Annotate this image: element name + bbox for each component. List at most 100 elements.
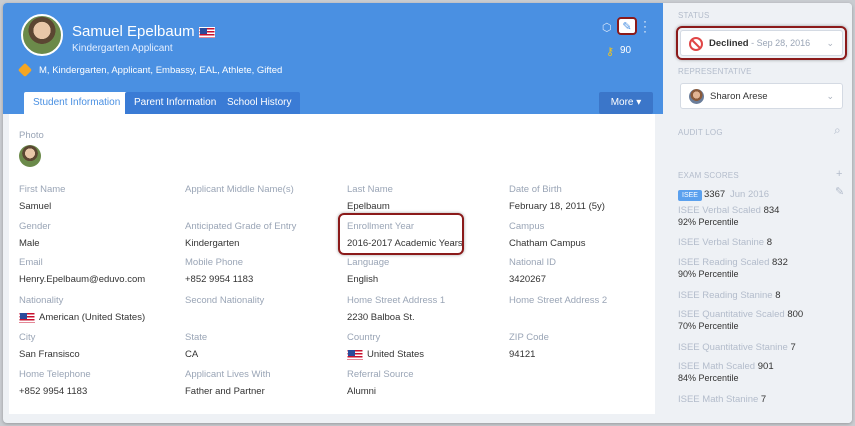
state-value: CA: [185, 349, 199, 360]
status-label: STATUS: [678, 11, 710, 20]
zip-value: 94121: [509, 349, 536, 360]
score-label: ISEE Verbal Stanine: [678, 237, 765, 248]
lives-with-value: Father and Partner: [185, 386, 265, 397]
field-label: Email: [19, 257, 43, 268]
exam-score-row: ISEE Quantitative Scaled 800: [678, 309, 803, 320]
score-number: 7: [790, 342, 796, 353]
field-label: Home Street Address 2: [509, 295, 608, 306]
score-label: ISEE Reading Scaled: [678, 257, 770, 268]
tab-student-information[interactable]: Student Information: [24, 92, 130, 114]
field-label: National ID: [509, 257, 556, 268]
score-label: ISEE Math Scaled: [678, 361, 756, 372]
exam-score-row: ISEE Math Stanine 7: [678, 394, 766, 405]
search-icon[interactable]: ⌕: [834, 123, 841, 138]
score-percentile: 84% Percentile: [678, 373, 739, 383]
exam-score-row: ISEE Verbal Scaled 834: [678, 205, 779, 216]
home-telephone-value: +852 9954 1183: [19, 386, 88, 397]
score-percentile: 70% Percentile: [678, 321, 739, 331]
country-value: United States: [347, 349, 424, 360]
add-icon[interactable]: +: [836, 168, 842, 180]
exam-score-row: ISEE Reading Scaled 832: [678, 257, 788, 268]
student-avatar: [21, 14, 63, 56]
student-photo[interactable]: [19, 145, 41, 167]
kebab-menu-icon[interactable]: · · ·: [643, 15, 647, 37]
score-label: ISEE Verbal Scaled: [678, 205, 761, 216]
exam-score-row: ISEE Quantitative Stanine 7: [678, 342, 796, 353]
student-role: Kindergarten Applicant: [72, 43, 173, 54]
nationality-text: American (United States): [39, 312, 146, 324]
field-label: State: [185, 332, 208, 343]
us-flag-icon: [198, 26, 215, 38]
photo-label: Photo: [19, 130, 44, 141]
representative-label: REPRESENTATIVE: [678, 67, 752, 76]
isee-date: Jun 2016: [730, 189, 770, 200]
representative-select[interactable]: Sharon Arese ⌄: [680, 83, 843, 109]
us-flag-icon: [19, 312, 35, 323]
student-name-text: Samuel Epelbaum: [72, 23, 195, 40]
exam-score-row: ISEE Verbal Stanine 8: [678, 237, 772, 248]
app-window: Samuel Epelbaum Kindergarten Applicant M…: [3, 3, 852, 423]
field-label: Referral Source: [347, 369, 414, 380]
chevron-down-icon: ⌄: [826, 91, 834, 101]
field-label: ZIP Code: [509, 332, 549, 343]
mobile-value: +852 9954 1183: [185, 274, 254, 285]
field-label: Applicant Lives With: [185, 369, 271, 380]
more-button[interactable]: More ▾: [599, 92, 653, 114]
field-label: Gender: [19, 221, 51, 232]
field-label: Nationality: [19, 295, 64, 306]
address1-value: 2230 Balboa St.: [347, 312, 415, 323]
score-number: 8: [775, 290, 781, 301]
nationality-value: American (United States): [19, 312, 145, 323]
field-label: Applicant Middle Name(s): [185, 184, 294, 195]
isee-badge: ISEE: [678, 190, 702, 201]
country-text: United States: [367, 349, 425, 361]
student-tags[interactable]: M, Kindergarten, Applicant, Embassy, EAL…: [39, 65, 282, 76]
score-number: 834: [763, 205, 780, 216]
score-percentile: 92% Percentile: [678, 217, 739, 227]
field-label: Home Telephone: [19, 369, 91, 380]
student-name: Samuel Epelbaum: [72, 23, 215, 40]
more-label: More: [610, 97, 634, 108]
tag-outline-icon[interactable]: ⬡: [602, 21, 612, 34]
score-number: 8: [766, 237, 773, 248]
field-label: Last Name: [347, 184, 393, 195]
score-label: ISEE Math Stanine: [678, 394, 759, 405]
field-label: Anticipated Grade of Entry: [185, 221, 297, 232]
tab-school-history[interactable]: School History: [218, 92, 301, 114]
city-value: San Fransisco: [19, 349, 80, 360]
email-value: Henry.Epelbaum@eduvo.com: [19, 274, 146, 285]
field-label: Mobile Phone: [185, 257, 244, 268]
status-highlight: [676, 26, 847, 60]
representative-avatar: [689, 89, 704, 104]
key-icon: ⚷: [606, 46, 615, 58]
tab-parent-information[interactable]: Parent Information: [125, 92, 226, 114]
representative-name: Sharon Arese: [710, 91, 768, 102]
main-area: Samuel Epelbaum Kindergarten Applicant M…: [3, 3, 663, 423]
field-label: Second Nationality: [185, 295, 265, 306]
pencil-icon: ✎: [622, 20, 632, 33]
field-label: Language: [347, 257, 390, 268]
dob-value: February 18, 2011 (5y): [509, 201, 605, 212]
edit-button[interactable]: ✎: [617, 17, 637, 35]
score-number: 832: [772, 257, 788, 268]
field-label: Country: [347, 332, 381, 343]
last-name-value: Epelbaum: [347, 201, 390, 212]
profile-header: Samuel Epelbaum Kindergarten Applicant M…: [3, 3, 663, 114]
field-label: Date of Birth: [509, 184, 562, 195]
exam-scores-label: EXAM SCORES: [678, 171, 739, 180]
score-value: 90: [620, 45, 632, 56]
exam-score-row: ISEE Reading Stanine 8: [678, 290, 780, 301]
us-flag-icon: [347, 349, 363, 360]
score-percentile: 90% Percentile: [678, 269, 739, 279]
edit-icon[interactable]: ✎: [835, 185, 844, 198]
enrollment-highlight: [338, 213, 464, 255]
campus-value: Chatham Campus: [509, 238, 586, 249]
gender-value: Male: [19, 238, 40, 249]
tag-icon: [17, 62, 33, 78]
language-value: English: [347, 274, 379, 285]
sidebar: STATUS Declined - Sep 28, 2016 ⌄ REPRESE…: [666, 3, 852, 423]
first-name-value: Samuel: [19, 201, 52, 212]
score-number: 901: [757, 361, 774, 372]
field-label: Campus: [509, 221, 545, 232]
national-id-value: 3420267: [509, 274, 546, 285]
